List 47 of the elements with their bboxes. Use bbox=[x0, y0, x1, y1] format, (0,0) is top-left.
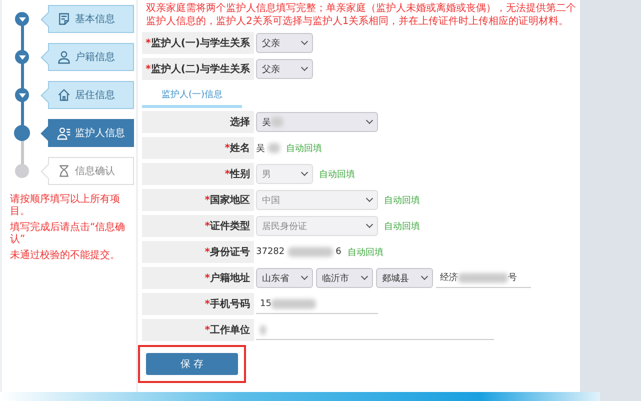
field-label: *姓名 bbox=[142, 137, 254, 159]
relation-select[interactable]: 父亲 bbox=[256, 33, 313, 53]
field-value: 吴 bbox=[256, 142, 265, 154]
dropdown-field[interactable]: 临沂市 bbox=[316, 268, 373, 288]
input-field[interactable]: 15 bbox=[256, 294, 378, 314]
step-tab[interactable]: 信息确认 bbox=[48, 157, 134, 185]
field-label: *监护人(二)与学生关系 bbox=[142, 58, 254, 80]
dropdown-field[interactable]: 吴 bbox=[256, 112, 378, 132]
autofill-hint: 自动回填 bbox=[384, 220, 420, 232]
notice-text: 双亲家庭需将两个监护人信息填写完整；单亲家庭（监护人未婚或离婚或丧偶），无法提供第二个监护人信息的，监护人2关系可选择与监护人1关系相同，并在上传证件时上传相应的证明材料。 bbox=[146, 2, 577, 28]
redaction-blur bbox=[458, 272, 508, 282]
input-field[interactable]: 经济 号 bbox=[436, 268, 531, 288]
field-label: *国家地区 bbox=[142, 189, 254, 211]
autofill-hint: 自动回填 bbox=[319, 168, 355, 180]
field-label: *监护人(一)与学生关系 bbox=[142, 32, 254, 54]
person-card-icon bbox=[57, 126, 71, 140]
house-icon bbox=[57, 88, 71, 102]
dropdown-field[interactable]: 山东省 bbox=[256, 268, 313, 288]
section-tab[interactable]: 监护人(一)信息 bbox=[142, 88, 242, 108]
step-tab[interactable]: 监护人信息 bbox=[48, 119, 134, 147]
field-value: 37282 bbox=[256, 247, 285, 257]
field-label: *证件类型 bbox=[142, 215, 254, 237]
step-tab[interactable]: 基本信息 bbox=[48, 5, 134, 33]
autofill-hint: 自动回填 bbox=[286, 142, 322, 154]
instruction-text: 请按顺序填写以上所有项目。 bbox=[10, 194, 121, 218]
dropdown-field[interactable]: 郯城县 bbox=[376, 268, 433, 288]
field-label: *手机号码 bbox=[142, 293, 254, 315]
chevron-icon bbox=[18, 54, 26, 60]
instruction-text: 未通过校验的不能提交。 bbox=[10, 250, 121, 262]
field-label: *户籍地址 bbox=[142, 267, 254, 289]
document-icon bbox=[57, 12, 71, 26]
field-label: 选择 bbox=[142, 111, 254, 133]
relation-select[interactable]: 父亲 bbox=[256, 59, 313, 79]
step-tab[interactable]: 居住信息 bbox=[48, 81, 134, 109]
autofill-hint: 自动回填 bbox=[347, 246, 384, 258]
chevron-icon bbox=[18, 92, 26, 98]
instruction-text: 填写完成后请点击“信息确认” bbox=[10, 222, 126, 246]
field-value: 6 bbox=[336, 247, 342, 257]
step-tab[interactable]: 户籍信息 bbox=[48, 43, 134, 71]
person-icon bbox=[57, 50, 71, 64]
autofill-hint: 自动回填 bbox=[384, 194, 420, 206]
field-label: *身份证号 bbox=[142, 241, 254, 263]
chevron-icon bbox=[18, 16, 26, 22]
hourglass-icon bbox=[57, 164, 71, 178]
save-button[interactable]: 保 存 bbox=[146, 353, 238, 375]
field-label: *工作单位 bbox=[142, 319, 254, 341]
field-label: *性别 bbox=[142, 163, 254, 185]
